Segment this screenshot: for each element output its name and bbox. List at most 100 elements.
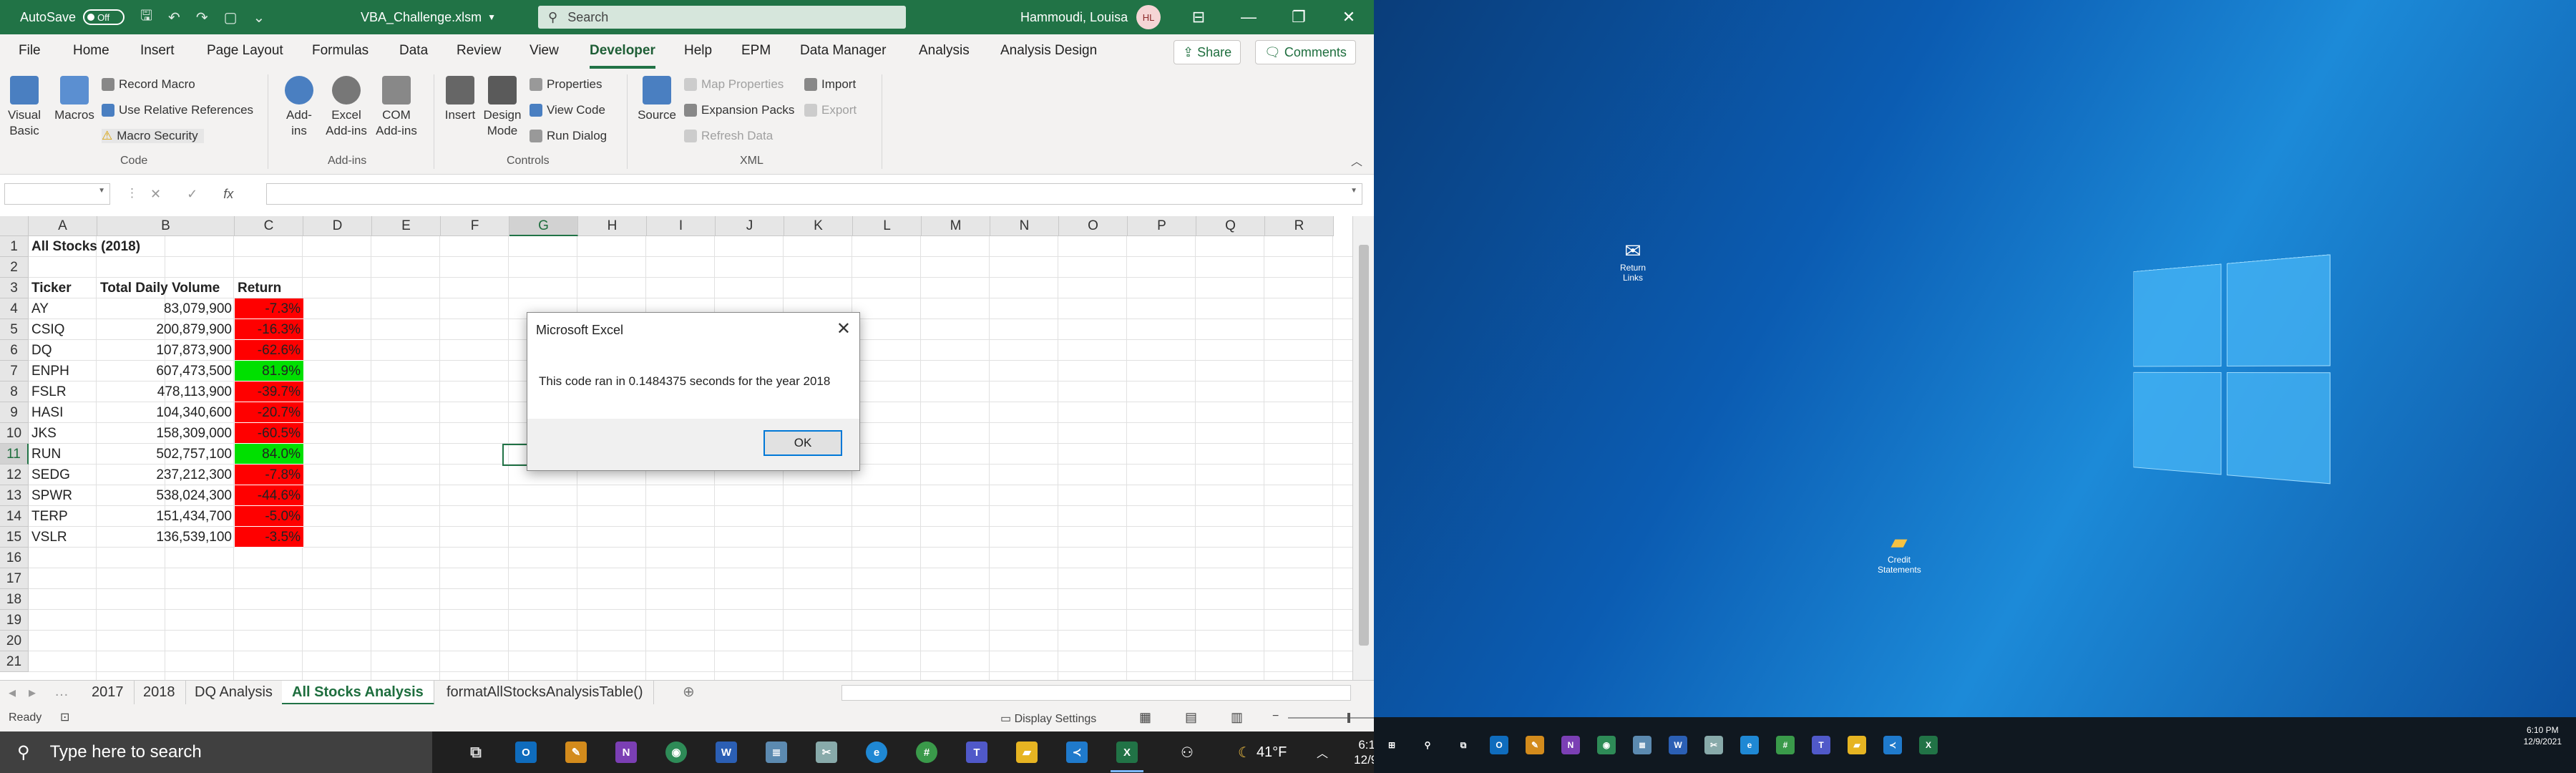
slack-icon[interactable]: # (1776, 736, 1795, 754)
view-code-button[interactable]: View Code (530, 103, 605, 117)
row-header[interactable]: 19 (0, 610, 29, 631)
customize-qat-icon[interactable]: ⌄ (253, 9, 265, 26)
tab-review[interactable]: Review (457, 34, 501, 69)
row-header[interactable]: 14 (0, 506, 29, 527)
row-header[interactable]: 2 (0, 257, 29, 278)
add-sheet-icon[interactable]: ⊕ (683, 683, 695, 701)
ticker-cell[interactable]: FSLR (29, 381, 97, 402)
sheet-tab-2017[interactable]: 2017 (82, 681, 135, 705)
return-cell[interactable]: -44.6% (235, 485, 303, 506)
column-header[interactable]: D (303, 216, 372, 236)
autosave-control[interactable]: AutoSave Off (20, 0, 125, 34)
tab-analysis[interactable]: Analysis (919, 34, 970, 69)
sheet-tab-all-stocks-analysis[interactable]: All Stocks Analysis (282, 681, 434, 705)
show-hidden-icons[interactable]: ︿ (1317, 731, 1328, 773)
row-header[interactable]: 11 (0, 444, 29, 465)
return-cell[interactable]: 81.9% (235, 361, 303, 381)
cancel-entry-icon[interactable]: ✕ (150, 187, 161, 202)
taskbar-clock[interactable]: 6:10 PM 12/9/2021 (1338, 737, 1374, 767)
vertical-scrollbar[interactable] (1352, 216, 1374, 680)
column-header[interactable]: C (235, 216, 303, 236)
tab-data-manager[interactable]: Data Manager (800, 34, 886, 69)
volume-cell[interactable]: 237,212,300 (97, 465, 235, 485)
vscode-icon[interactable]: ≺ (1066, 742, 1088, 763)
return-cell[interactable]: -7.8% (235, 465, 303, 485)
row-header[interactable]: 21 (0, 651, 29, 672)
notepad-icon[interactable]: ≣ (1633, 736, 1652, 754)
volume-cell[interactable]: 83,079,900 (97, 298, 235, 319)
ribbon-display-icon[interactable]: ⊟ (1174, 0, 1224, 34)
zoom-slider-knob[interactable] (1347, 713, 1350, 723)
column-header[interactable]: K (784, 216, 853, 236)
onenote-icon[interactable]: N (615, 742, 637, 763)
volume-cell[interactable]: 538,024,300 (97, 485, 235, 506)
volume-cell[interactable]: 502,757,100 (97, 444, 235, 465)
com-addins-button[interactable]: COM Add-ins (374, 76, 419, 139)
column-header[interactable]: P (1128, 216, 1196, 236)
macros-button[interactable]: Macros (53, 76, 96, 123)
vscode-icon[interactable]: ≺ (1883, 736, 1902, 754)
row-header[interactable]: 16 (0, 548, 29, 568)
source-button[interactable]: Source (635, 76, 678, 123)
row-header[interactable]: 8 (0, 381, 29, 402)
column-header[interactable]: F (441, 216, 509, 236)
row-header[interactable]: 4 (0, 298, 29, 319)
header-volume-cell[interactable]: Total Daily Volume (97, 278, 235, 298)
chrome-icon[interactable]: ◉ (665, 742, 687, 763)
volume-cell[interactable]: 200,879,900 (97, 319, 235, 340)
ticker-cell[interactable]: TERP (29, 506, 97, 527)
desktop-shortcut-mail[interactable]: ✉ Return Links (1611, 239, 1654, 283)
desktop-folder[interactable]: ▰ Credit Statements (1878, 530, 1921, 575)
insert-control-button[interactable]: Insert (442, 76, 478, 123)
ticker-cell[interactable]: JKS (29, 423, 97, 444)
expansion-packs-button[interactable]: Expansion Packs (684, 103, 794, 117)
name-box[interactable]: ▼ (4, 183, 110, 205)
tab-view[interactable]: View (530, 34, 559, 69)
edge-icon[interactable]: e (866, 742, 887, 763)
accessibility-icon[interactable]: ⊡ (60, 710, 69, 724)
tab-analysis-design[interactable]: Analysis Design (1000, 34, 1097, 69)
column-header[interactable]: Q (1196, 216, 1265, 236)
column-header[interactable]: R (1265, 216, 1334, 236)
start-icon[interactable]: ⊞ (1382, 736, 1401, 754)
word-icon[interactable]: W (1669, 736, 1687, 754)
weather-widget[interactable]: ☾ 41°F (1238, 731, 1287, 773)
ok-button[interactable]: OK (763, 430, 842, 456)
file-explorer-icon[interactable]: ▰ (1016, 742, 1038, 763)
return-cell[interactable]: -16.3% (235, 319, 303, 340)
row-header[interactable]: 10 (0, 423, 29, 444)
column-header[interactable]: G (509, 216, 578, 236)
column-header[interactable]: I (647, 216, 716, 236)
column-header[interactable]: E (372, 216, 441, 236)
taskbar-search[interactable]: ⚲ Type here to search (0, 731, 432, 773)
return-cell[interactable]: 84.0% (235, 444, 303, 465)
excel-addins-button[interactable]: Excel Add-ins (323, 76, 369, 139)
properties-button[interactable]: Properties (530, 77, 602, 92)
sheet-title-cell[interactable]: All Stocks (2018) (29, 236, 143, 257)
row-header[interactable]: 5 (0, 319, 29, 340)
snipping-tool-icon[interactable]: ✂ (1704, 736, 1723, 754)
row-header[interactable]: 12 (0, 465, 29, 485)
search-icon[interactable]: ⚲ (1418, 736, 1437, 754)
row-header[interactable]: 7 (0, 361, 29, 381)
new-file-icon[interactable]: ▢ (224, 9, 238, 26)
slack-icon[interactable]: # (916, 742, 937, 763)
volume-cell[interactable]: 151,434,700 (97, 506, 235, 527)
return-cell[interactable]: -60.5% (235, 423, 303, 444)
formula-bar-splitter-icon[interactable]: ⋮ (126, 186, 138, 200)
minimize-icon[interactable]: — (1224, 0, 1274, 34)
display-settings-button[interactable]: ▭ Display Settings (1000, 711, 1096, 726)
page-layout-view-icon[interactable]: ▤ (1185, 710, 1197, 725)
row-header[interactable]: 20 (0, 631, 29, 651)
select-all-corner[interactable] (0, 216, 29, 236)
addins-button[interactable]: Add-ins (279, 76, 319, 139)
teams-icon[interactable]: T (1812, 736, 1830, 754)
row-header[interactable]: 13 (0, 485, 29, 506)
zoom-out-icon[interactable]: − (1272, 710, 1279, 723)
confirm-entry-icon[interactable]: ✓ (187, 187, 197, 202)
close-icon[interactable]: ✕ (1324, 0, 1374, 34)
expand-formula-bar-icon[interactable]: ▼ (1350, 187, 1357, 195)
row-header[interactable]: 1 (0, 236, 29, 257)
close-icon[interactable]: ✕ (836, 319, 851, 339)
run-dialog-button[interactable]: Run Dialog (530, 129, 607, 143)
